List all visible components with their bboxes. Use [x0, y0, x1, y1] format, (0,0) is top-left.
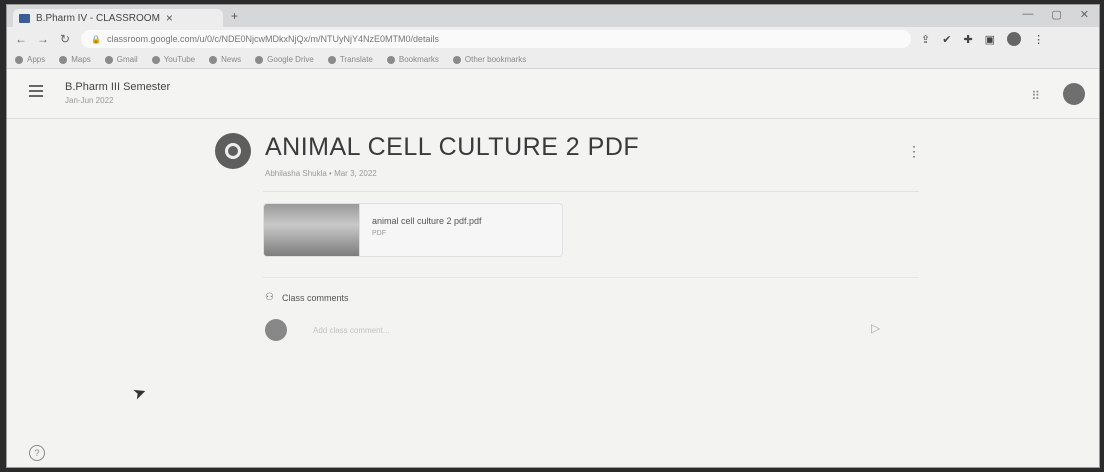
mouse-cursor-icon: ➤ [130, 381, 149, 404]
minimize-icon[interactable]: — [1022, 8, 1033, 21]
class-section: Jan-Jun 2022 [65, 96, 113, 105]
bookmark-icon [387, 56, 395, 64]
maximize-icon[interactable]: ▢ [1051, 8, 1061, 21]
bookmark-icon [255, 56, 263, 64]
bookmark-icon [152, 56, 160, 64]
post-title: ANIMAL CELL CULTURE 2 PDF [265, 133, 639, 162]
attachment-card[interactable]: animal cell culture 2 pdf.pdf PDF [263, 203, 563, 257]
more-options-icon[interactable]: ⋮ [907, 143, 921, 160]
help-icon[interactable]: ? [29, 445, 45, 461]
new-tab-button[interactable]: + [231, 9, 238, 23]
reload-icon[interactable]: ↻ [59, 32, 71, 46]
checkmark-extension-icon[interactable]: ✔ [942, 33, 951, 46]
comment-avatar [265, 319, 287, 341]
bookmark-item[interactable]: Other bookmarks [453, 55, 526, 64]
bookmark-item[interactable]: Apps [15, 55, 45, 64]
main-menu-icon[interactable] [29, 85, 43, 100]
attachment-name: animal cell culture 2 pdf.pdf [372, 216, 482, 226]
lock-icon: 🔒 [91, 35, 101, 44]
share-icon[interactable]: ⇪ [921, 33, 930, 46]
bookmark-item[interactable]: Translate [328, 55, 373, 64]
send-icon[interactable]: ▷ [871, 321, 880, 335]
profile-avatar-icon[interactable] [1007, 32, 1021, 46]
people-icon: ⚇ [265, 292, 274, 303]
bookmark-item[interactable]: Google Drive [255, 55, 314, 64]
window-controls: — ▢ ✕ [1022, 8, 1089, 21]
address-bar[interactable]: 🔒 classroom.google.com/u/0/c/NDE0NjcwMDk… [81, 30, 911, 48]
bookmark-item[interactable]: YouTube [152, 55, 195, 64]
bookmark-item[interactable]: Bookmarks [387, 55, 439, 64]
attachment-thumbnail [264, 204, 360, 256]
forward-icon[interactable]: → [37, 32, 49, 46]
class-comment-input[interactable] [303, 319, 859, 341]
account-avatar[interactable] [1063, 83, 1085, 105]
class-comments-label: Class comments [282, 293, 349, 303]
classroom-favicon-icon [19, 14, 30, 23]
tab-bar: B.Pharm IV - CLASSROOM × + — ▢ ✕ [7, 5, 1099, 27]
class-comments-header: ⚇ Class comments [265, 292, 348, 303]
bookmark-item[interactable]: Gmail [105, 55, 138, 64]
tab-close-icon[interactable]: × [166, 11, 173, 25]
bookmark-icon [328, 56, 336, 64]
address-row: ← → ↻ 🔒 classroom.google.com/u/0/c/NDE0N… [7, 27, 1099, 51]
material-icon [215, 133, 251, 169]
extensions-area: ⇪ ✔ ✚ ▣ ⋮ [921, 32, 1044, 46]
puzzle-extension-icon[interactable]: ✚ [963, 33, 972, 46]
bookmark-item[interactable]: Maps [59, 55, 91, 64]
post-meta: Abhilasha Shukla • Mar 3, 2022 [265, 169, 377, 178]
bookmark-icon [15, 56, 23, 64]
back-icon[interactable]: ← [15, 32, 27, 46]
class-name[interactable]: B.Pharm III Semester [65, 81, 170, 93]
divider [263, 191, 919, 192]
browser-tab[interactable]: B.Pharm IV - CLASSROOM × [13, 9, 223, 27]
tab-title: B.Pharm IV - CLASSROOM [36, 13, 160, 24]
bookmark-icon [105, 56, 113, 64]
bookmark-icon [209, 56, 217, 64]
sidebar-icon[interactable]: ▣ [985, 33, 995, 46]
classroom-header: B.Pharm III Semester Jan-Jun 2022 ⠿ [7, 69, 1099, 119]
bookmark-icon [453, 56, 461, 64]
close-window-icon[interactable]: ✕ [1080, 8, 1089, 21]
bookmark-item[interactable]: News [209, 55, 241, 64]
bookmarks-bar: Apps Maps Gmail YouTube News Google Driv… [7, 51, 1099, 69]
browser-menu-icon[interactable]: ⋮ [1033, 33, 1044, 46]
divider [263, 277, 919, 278]
url-text: classroom.google.com/u/0/c/NDE0NjcwMDkxN… [107, 34, 439, 44]
attachment-type: PDF [372, 230, 482, 237]
bookmark-icon [59, 56, 67, 64]
browser-window: B.Pharm IV - CLASSROOM × + — ▢ ✕ ← → ↻ 🔒… [6, 4, 1100, 468]
google-apps-icon[interactable]: ⠿ [1031, 89, 1039, 103]
